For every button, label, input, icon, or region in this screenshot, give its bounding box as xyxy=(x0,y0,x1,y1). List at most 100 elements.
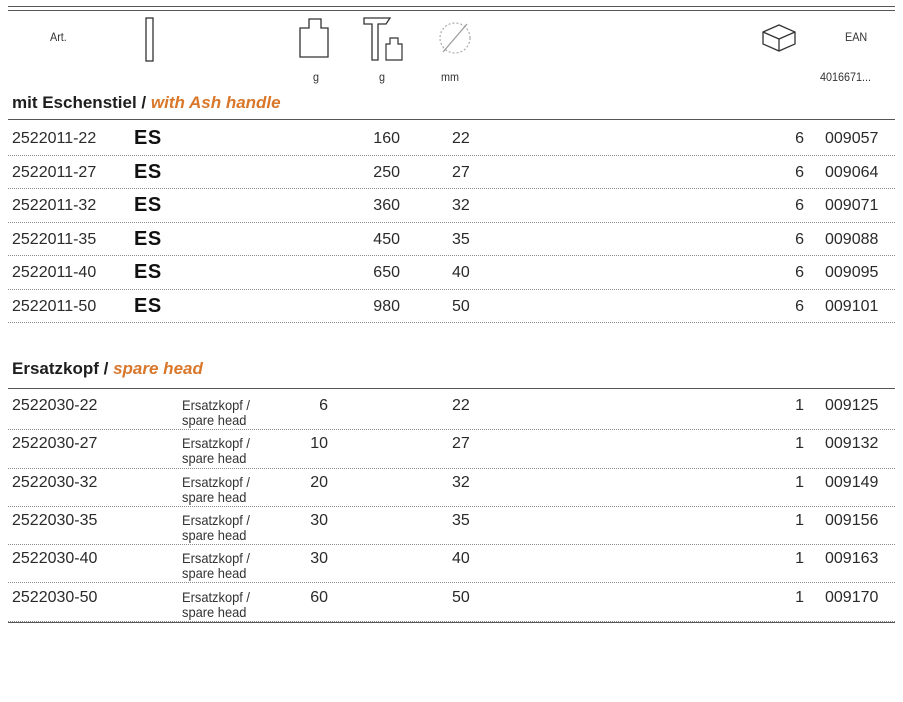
diameter: 32 xyxy=(452,473,470,491)
ean-suffix: 009170 xyxy=(825,588,879,606)
description: Ersatzkopf / spare head xyxy=(182,436,250,466)
description-de: Ersatzkopf / xyxy=(182,397,251,413)
section-title-ash-handle: mit Eschenstiel / with Ash handle xyxy=(12,93,281,113)
diameter: 27 xyxy=(452,163,470,181)
pack-quantity: 6 xyxy=(795,297,804,315)
ean-header: EAN xyxy=(845,30,868,44)
weight-head: 20 xyxy=(310,473,328,491)
section-divider xyxy=(8,388,895,389)
article-number: 2522011-32 xyxy=(12,197,97,214)
article-number: 2522011-27 xyxy=(12,163,97,181)
unit-weight-head: g xyxy=(313,70,320,84)
article-number: 2522030-40 xyxy=(12,550,98,568)
diameter: 50 xyxy=(452,588,470,606)
es-mark: ES xyxy=(134,294,162,317)
table-row: 2522011-32 ES 360 32 6 009071 xyxy=(8,189,895,223)
description: Ersatzkopf / spare head xyxy=(182,398,250,428)
table-row: 2522030-35 Ersatzkopf / spare head 30 35 1 009… xyxy=(8,507,895,546)
pack-quantity: 1 xyxy=(795,511,804,529)
pack-quantity: 1 xyxy=(795,550,804,568)
weight-head: 30 xyxy=(310,511,328,529)
ean-suffix: 009125 xyxy=(825,397,879,414)
table-row: 2522011-50 ES 980 50 6 009101 xyxy=(8,290,895,323)
pack-quantity: 1 xyxy=(795,435,804,453)
ean-suffix: 009095 xyxy=(825,264,879,281)
package-box-icon xyxy=(762,24,796,52)
article-number: 2522011-22 xyxy=(12,130,97,147)
diameter: 40 xyxy=(452,264,470,281)
description-de: Ersatzkopf / xyxy=(182,435,251,452)
description-en: spare head xyxy=(182,488,247,505)
es-mark: ES xyxy=(134,127,162,149)
ean-suffix: 009057 xyxy=(825,130,879,147)
ean-suffix: 009132 xyxy=(825,435,879,453)
pack-quantity: 1 xyxy=(795,588,804,606)
ean-suffix: 009101 xyxy=(825,297,879,315)
table-row: 2522030-22 Ersatzkopf / spare head 6 22 1 0091… xyxy=(8,392,895,431)
description-en: spare head xyxy=(182,603,247,620)
ean-suffix: 009156 xyxy=(825,511,879,529)
diameter: 27 xyxy=(452,435,470,453)
article-number: 2522011-40 xyxy=(12,264,97,281)
pack-quantity: 6 xyxy=(795,163,804,181)
ean-prefix: 4016671... xyxy=(820,70,872,84)
ean-suffix: 009149 xyxy=(825,473,879,491)
description: Ersatzkopf / spare head xyxy=(182,588,251,620)
diameter: 50 xyxy=(452,297,470,315)
description-de: Ersatzkopf / xyxy=(182,588,251,605)
diameter: 22 xyxy=(452,130,470,147)
section-divider xyxy=(8,119,895,120)
weight-total: 650 xyxy=(373,264,400,281)
diameter: 40 xyxy=(452,550,470,568)
table-bottom-rule xyxy=(8,621,895,623)
description-de: Ersatzkopf / xyxy=(182,511,251,528)
description-en: spare head xyxy=(182,412,247,428)
article-number: 2522030-50 xyxy=(12,588,98,606)
hammer-weight-icon xyxy=(363,17,403,61)
article-number: 2522011-35 xyxy=(12,230,97,248)
section-title-en: spare head xyxy=(113,359,203,378)
weight-total: 360 xyxy=(373,197,400,214)
weight-total: 980 xyxy=(373,297,400,315)
table-row: 2522011-40 ES 650 40 6 009095 xyxy=(8,256,895,290)
weight-icon xyxy=(299,18,329,58)
table-row: 2522030-40 Ersatzkopf / spare head 30 40 1 009… xyxy=(8,545,895,584)
diameter-icon xyxy=(439,22,471,54)
article-number: 2522030-27 xyxy=(12,435,98,453)
table-row: 2522011-22 ES 160 22 6 009057 xyxy=(8,122,895,156)
weight-total: 450 xyxy=(373,230,400,248)
pack-quantity: 1 xyxy=(795,397,804,414)
weight-head: 60 xyxy=(310,588,328,606)
table-row: 2522030-27 Ersatzkopf / spare head 10 27 1 009… xyxy=(8,430,895,469)
diameter: 35 xyxy=(452,230,470,248)
table-row: 2522011-35 ES 450 35 6 009088 xyxy=(8,223,895,256)
description: Ersatzkopf / spare head xyxy=(182,511,251,543)
weight-head: 30 xyxy=(310,550,328,568)
section-title-de: Ersatzkopf / xyxy=(12,359,109,378)
pack-quantity: 6 xyxy=(795,264,804,281)
pack-quantity: 6 xyxy=(795,197,804,214)
unit-diameter: mm xyxy=(441,70,459,84)
ean-suffix: 009064 xyxy=(825,163,879,181)
ean-suffix: 009163 xyxy=(825,550,879,568)
section-title-en: with Ash handle xyxy=(150,93,281,112)
table-row: 2522030-32 Ersatzkopf / spare head 20 32 1 009… xyxy=(8,469,895,507)
article-number: 2522030-32 xyxy=(12,473,98,491)
pack-quantity: 6 xyxy=(795,230,804,248)
diameter: 35 xyxy=(452,511,470,529)
section-title-spare-head: Ersatzkopf / spare head xyxy=(12,359,203,379)
pack-quantity: 1 xyxy=(795,473,804,491)
art-header: Art. xyxy=(50,30,67,44)
section-title-de: mit Eschenstiel / xyxy=(12,93,147,112)
description-de: Ersatzkopf / xyxy=(182,550,251,567)
article-number: 2522011-50 xyxy=(12,297,97,315)
article-number: 2522030-22 xyxy=(12,397,98,414)
es-mark: ES xyxy=(134,261,162,283)
weight-total: 250 xyxy=(373,163,400,181)
handle-length-icon xyxy=(145,17,154,62)
ean-suffix: 009071 xyxy=(825,197,879,214)
es-mark: ES xyxy=(134,160,162,183)
description-de: Ersatzkopf / xyxy=(182,473,251,490)
weight-total: 160 xyxy=(373,130,400,147)
description-en: spare head xyxy=(182,565,247,582)
